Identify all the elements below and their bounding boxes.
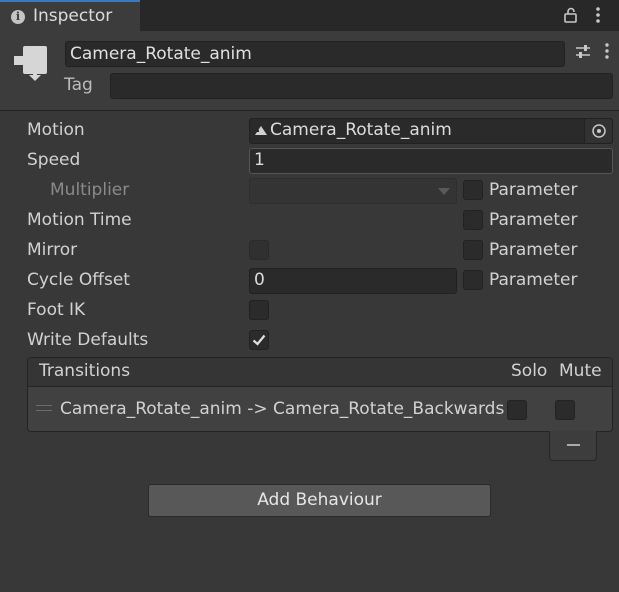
tag-label: Tag bbox=[64, 75, 93, 95]
transitions-list: Transitions Solo Mute Camera_Rotate_anim… bbox=[27, 357, 613, 432]
presets-icon[interactable] bbox=[575, 44, 591, 60]
transition-mute-checkbox[interactable] bbox=[555, 400, 575, 420]
multiplier-label: Multiplier bbox=[50, 180, 130, 200]
mirror-parameter-label: Parameter bbox=[489, 240, 578, 260]
object-name-field[interactable]: Camera_Rotate_anim bbox=[65, 41, 565, 67]
tab-bar: i Inspector bbox=[0, 0, 619, 31]
remove-transition-button[interactable] bbox=[549, 431, 597, 461]
kebab-menu-icon[interactable] bbox=[593, 6, 603, 24]
tab-inspector[interactable]: i Inspector bbox=[0, 0, 140, 31]
transitions-title: Transitions bbox=[39, 361, 131, 381]
mirror-checkbox[interactable] bbox=[249, 240, 269, 260]
write-defaults-label: Write Defaults bbox=[27, 330, 149, 350]
mirror-label: Mirror bbox=[27, 240, 78, 260]
chevron-down-icon bbox=[438, 188, 450, 195]
lock-icon[interactable] bbox=[563, 7, 579, 23]
foot-ik-checkbox[interactable] bbox=[249, 300, 269, 320]
target-icon bbox=[592, 124, 606, 138]
mute-column-label: Mute bbox=[559, 361, 602, 381]
foot-ik-label: Foot IK bbox=[27, 300, 86, 320]
speed-label: Speed bbox=[27, 150, 81, 170]
motion-value: Camera_Rotate_anim bbox=[270, 120, 452, 140]
animation-clip-icon bbox=[255, 126, 267, 135]
motion-field[interactable]: Camera_Rotate_anim bbox=[249, 118, 613, 144]
transition-row[interactable]: Camera_Rotate_anim -> Camera_Rotate_Back… bbox=[28, 388, 612, 431]
write-defaults-checkbox[interactable] bbox=[249, 330, 269, 350]
solo-column-label: Solo bbox=[511, 361, 548, 381]
tab-inspector-label: Inspector bbox=[33, 6, 113, 26]
cycle-offset-label: Cycle Offset bbox=[27, 270, 130, 290]
transition-solo-checkbox[interactable] bbox=[507, 400, 527, 420]
info-icon: i bbox=[11, 10, 25, 24]
cycle-offset-parameter-checkbox[interactable] bbox=[463, 270, 483, 290]
multiplier-dropdown[interactable] bbox=[249, 178, 457, 204]
motion-label: Motion bbox=[27, 120, 85, 140]
motion-time-parameter-checkbox[interactable] bbox=[463, 210, 483, 230]
transition-label: Camera_Rotate_anim -> Camera_Rotate_Back… bbox=[60, 399, 505, 419]
transitions-header: Transitions Solo Mute bbox=[28, 358, 612, 387]
minus-icon bbox=[567, 444, 580, 446]
header-menu-icon[interactable] bbox=[603, 42, 611, 60]
mirror-parameter-checkbox[interactable] bbox=[463, 240, 483, 260]
speed-field[interactable]: 1 bbox=[249, 148, 613, 174]
add-behaviour-button[interactable]: Add Behaviour bbox=[148, 484, 491, 517]
multiplier-parameter-checkbox[interactable] bbox=[463, 180, 483, 200]
checkmark-icon bbox=[252, 334, 266, 346]
cycle-offset-parameter-label: Parameter bbox=[489, 270, 578, 290]
animator-state-icon bbox=[14, 46, 47, 81]
motion-time-label: Motion Time bbox=[27, 210, 132, 230]
cycle-offset-field[interactable]: 0 bbox=[249, 268, 457, 294]
multiplier-parameter-label: Parameter bbox=[489, 180, 578, 200]
drag-handle-icon[interactable] bbox=[36, 405, 52, 411]
motion-time-parameter-label: Parameter bbox=[489, 210, 578, 230]
tag-field[interactable] bbox=[110, 73, 613, 99]
inspector-header: Camera_Rotate_anim Tag bbox=[0, 31, 619, 111]
object-picker-button[interactable] bbox=[584, 119, 612, 143]
